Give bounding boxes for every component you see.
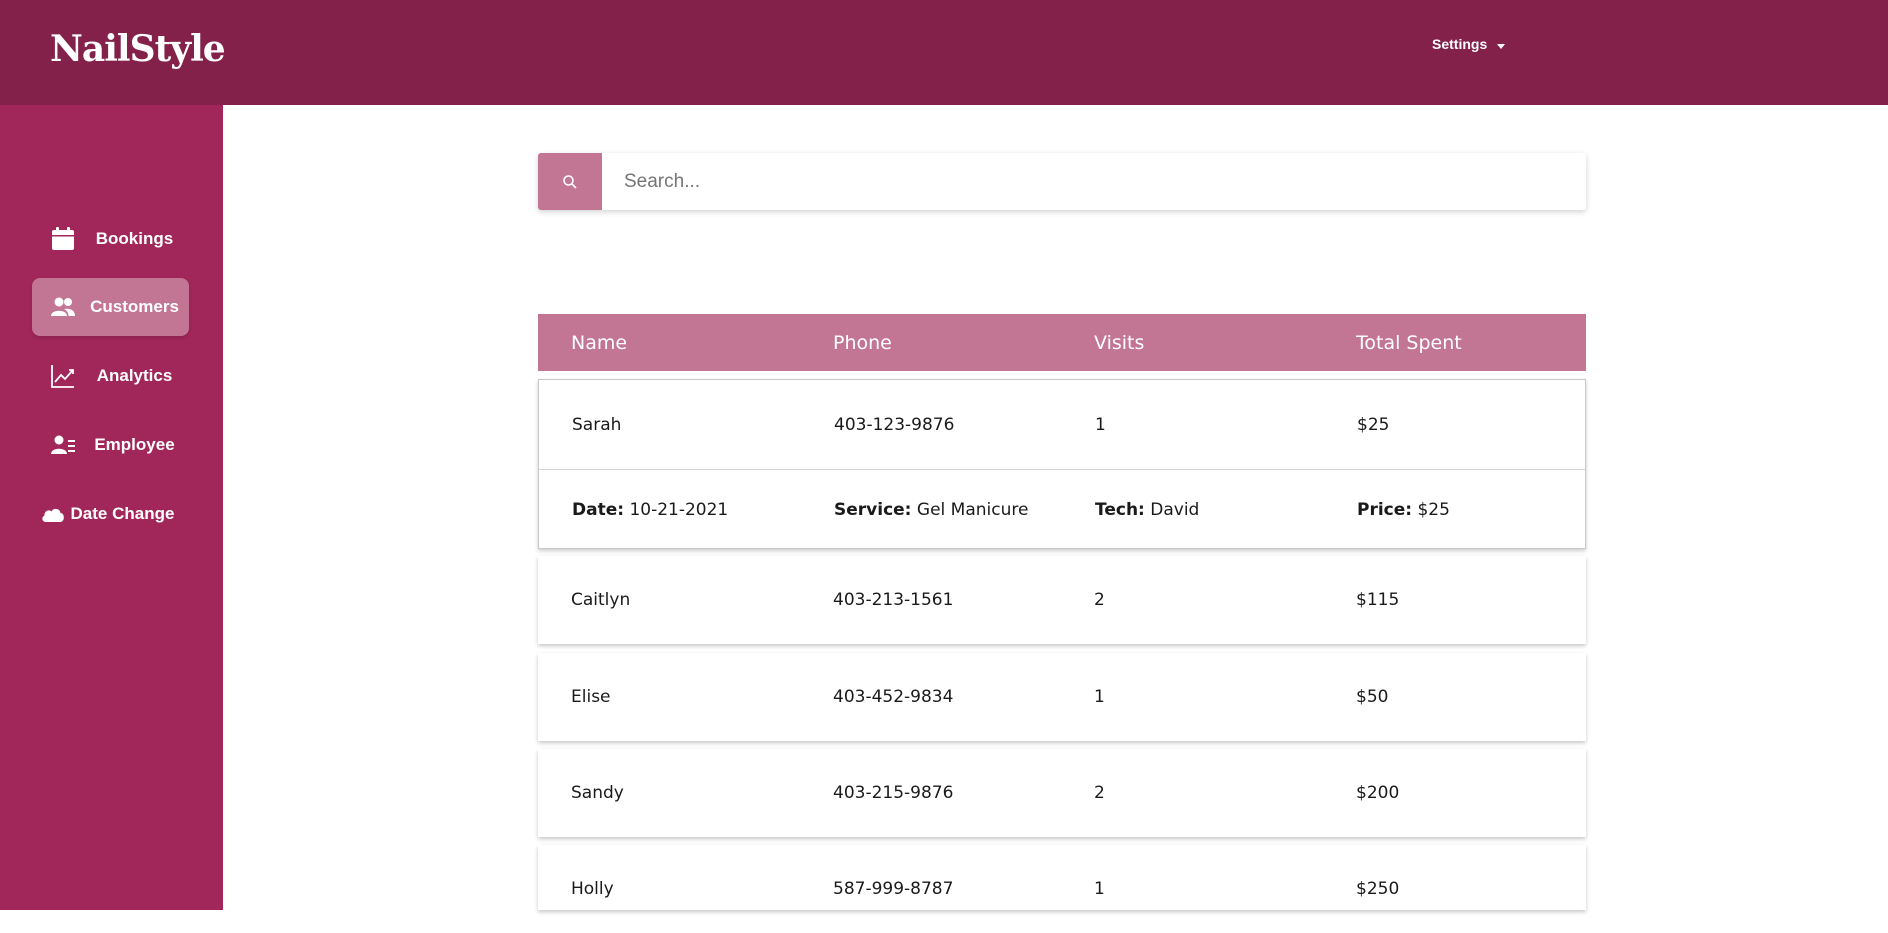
customer-visits: 2 (1094, 783, 1105, 803)
sidebar-item-label: Employee (94, 435, 175, 454)
detail-date-label: Date: (572, 499, 625, 520)
sidebar-item-label: Bookings (95, 229, 174, 248)
chevron-down-icon (1497, 43, 1506, 49)
detail-date-value: 10-21-2021 (629, 499, 729, 520)
sidebar: Bookings Customers Analytics Employee Da… (0, 105, 223, 910)
table-row-expanded[interactable]: Sarah 403-123-9876 1 $25 Date: 10-21-202… (538, 379, 1586, 549)
customer-name: Holly (571, 879, 614, 899)
customer-total-spent: $115 (1356, 590, 1400, 610)
column-header-phone[interactable]: Phone (833, 314, 892, 371)
sidebar-item-label: Analytics (96, 366, 173, 385)
table-row[interactable]: Elise 403-452-9834 1 $50 (538, 653, 1586, 741)
customer-name: Sandy (571, 783, 624, 803)
app-logo[interactable]: NailStyle (50, 28, 226, 70)
detail-service-value: Gel Manicure (916, 499, 1029, 520)
customer-visits: 2 (1094, 590, 1105, 610)
customer-total-spent: $250 (1356, 879, 1400, 899)
search-button[interactable] (538, 153, 602, 210)
column-header-total-spent[interactable]: Total Spent (1356, 314, 1462, 371)
customer-phone: 587-999-8787 (833, 879, 954, 899)
sidebar-item-customers[interactable]: Customers (32, 278, 189, 336)
customer-name: Sarah (572, 414, 622, 435)
detail-tech: Tech: David (1095, 470, 1199, 549)
search-icon (563, 174, 577, 189)
column-header-name[interactable]: Name (571, 314, 627, 371)
customer-name: Caitlyn (571, 590, 631, 610)
settings-label: Settings (1432, 36, 1488, 52)
table-row[interactable]: Holly 587-999-8787 1 $250 (538, 845, 1586, 910)
settings-dropdown[interactable]: Settings (1432, 36, 1506, 52)
table-row[interactable]: Sandy 403-215-9876 2 $200 (538, 749, 1586, 837)
column-header-visits[interactable]: Visits (1094, 314, 1144, 371)
customer-total-spent: $200 (1356, 783, 1400, 803)
detail-service: Service: Gel Manicure (834, 470, 1028, 549)
customer-visits: 1 (1095, 414, 1106, 435)
customer-name: Elise (571, 687, 611, 707)
detail-price: Price: $25 (1357, 470, 1450, 549)
customer-visits: 1 (1094, 687, 1105, 707)
customer-total-spent: $50 (1356, 687, 1389, 707)
detail-tech-value: David (1150, 499, 1200, 520)
customer-total-spent: $25 (1357, 414, 1390, 435)
table-header: Name Phone Visits Total Spent (538, 314, 1586, 371)
detail-price-label: Price: (1357, 499, 1413, 520)
booking-detail: Date: 10-21-2021 Service: Gel Manicure T… (539, 470, 1585, 549)
detail-date: Date: 10-21-2021 (572, 470, 728, 549)
table-row[interactable]: Caitlyn 403-213-1561 2 $115 (538, 556, 1586, 644)
detail-tech-label: Tech: (1095, 499, 1145, 520)
sidebar-item-label: Customers (90, 297, 179, 316)
sidebar-item-date-change[interactable]: Date Change (32, 485, 189, 543)
sidebar-item-bookings[interactable]: Bookings (32, 210, 189, 268)
top-bar: NailStyle Settings (0, 0, 1888, 105)
sidebar-item-employee[interactable]: Employee (32, 416, 189, 474)
customer-phone: 403-452-9834 (833, 687, 954, 707)
customer-phone: 403-215-9876 (833, 783, 954, 803)
table-row[interactable]: Sarah 403-123-9876 1 $25 (539, 380, 1585, 470)
customer-visits: 1 (1094, 879, 1105, 899)
search-bar (538, 153, 1586, 210)
detail-price-value: $25 (1417, 499, 1450, 520)
sidebar-item-analytics[interactable]: Analytics (32, 347, 189, 405)
customer-phone: 403-123-9876 (834, 414, 955, 435)
search-input[interactable] (602, 153, 1586, 210)
detail-service-label: Service: (834, 499, 912, 520)
customer-phone: 403-213-1561 (833, 590, 954, 610)
sidebar-item-label: Date Change (70, 504, 175, 523)
